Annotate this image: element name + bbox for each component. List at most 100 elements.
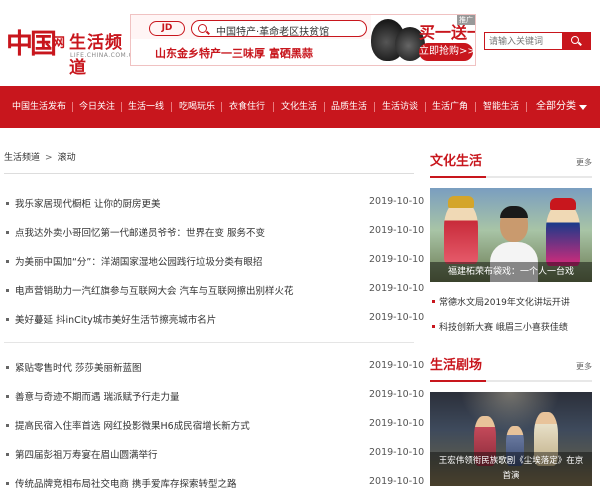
- sidebar-link[interactable]: 科技创新大赛 峨眉三小喜获佳绩: [439, 320, 568, 333]
- news-title[interactable]: 电声营销助力一汽红旗参与互联网大会 汽车与互联网擦出别样火花: [15, 283, 294, 297]
- ad-search-box: 中国特产·革命老区扶贫馆: [191, 20, 367, 38]
- news-date: 2019-10-10: [369, 447, 425, 458]
- section-title[interactable]: 生活剧场: [430, 354, 482, 373]
- news-date: 2019-10-10: [369, 418, 425, 429]
- nav-divider: [526, 102, 527, 112]
- bullet: [6, 366, 9, 369]
- culture-section-header: 文化生活 更多: [430, 150, 592, 176]
- sidebar-link[interactable]: 常德水文局2019年文化讲坛开讲: [439, 295, 570, 308]
- search-button[interactable]: [562, 33, 590, 49]
- nav-divider: [121, 102, 122, 112]
- news-title[interactable]: 善意与奇迹不期而遇 瑞派赋予行走力量: [15, 389, 180, 403]
- bullet: [6, 395, 9, 398]
- news-item: 我乐家居现代橱柜 让你的厨房更美 2019-10-10: [0, 190, 424, 216]
- news-title[interactable]: 点我达外卖小哥回忆第一代邮递员爷爷：世界在变 服务不变: [15, 225, 265, 239]
- photo-caption-line: 王宏伟领衔民族歌剧《尘埃落定》在京: [438, 456, 584, 466]
- group-divider: [4, 342, 414, 343]
- news-item: 善意与奇迹不期而遇 瑞派赋予行走力量 2019-10-10: [0, 383, 424, 409]
- nav-divider: [221, 102, 222, 112]
- logo-domain: LIFE.CHINA.COM.CN: [70, 52, 139, 59]
- news-item: 为美丽中国加“分”：洋湖国家湿地公园践行垃圾分类有眼招 2019-10-10: [0, 248, 424, 274]
- nav-item-release[interactable]: 中国生活发布: [12, 86, 66, 128]
- news-title[interactable]: 我乐家居现代橱柜 让你的厨房更美: [15, 196, 161, 210]
- photo-caption-line: 首演: [502, 471, 520, 481]
- section-title[interactable]: 文化生活: [430, 150, 482, 169]
- nav-divider: [374, 102, 375, 112]
- news-date: 2019-10-10: [369, 360, 425, 371]
- nav-divider: [475, 102, 476, 112]
- bullet: [6, 482, 9, 485]
- section-underline-accent: [430, 380, 486, 382]
- logo-mark: 中国: [6, 29, 57, 60]
- chevron-down-icon: [579, 105, 587, 110]
- nav-item-interview[interactable]: 生活访谈: [382, 86, 418, 128]
- nav-all-categories[interactable]: 全部分类: [536, 86, 576, 128]
- photo-caption: 福建柘荣布袋戏：一个人一台戏: [430, 262, 592, 282]
- nav-divider: [425, 102, 426, 112]
- nav-item-frontline[interactable]: 生活一线: [128, 86, 164, 128]
- news-title[interactable]: 紧贴零售时代 莎莎美丽新蓝图: [15, 360, 142, 374]
- bullet: [6, 260, 9, 263]
- more-link[interactable]: 更多: [576, 361, 592, 372]
- news-item: 美好蔓延 抖inCity城市美好生活节擦亮城市名片 2019-10-10: [0, 306, 424, 332]
- news-item: 点我达外卖小哥回忆第一代邮递员爷爷：世界在变 服务不变 2019-10-10: [0, 219, 424, 245]
- logo-wang: 网: [52, 36, 66, 51]
- news-date: 2019-10-10: [369, 196, 425, 207]
- ad-buy-button[interactable]: 立即抢购>>: [419, 43, 475, 61]
- nav-item-today[interactable]: 今日关注: [79, 86, 115, 128]
- news-title[interactable]: 传统品牌竞相布局社交电商 携手爱库存探索转型之路: [15, 476, 237, 490]
- puppet-headdress: [550, 198, 576, 210]
- more-link[interactable]: 更多: [576, 157, 592, 168]
- theater-photo[interactable]: 王宏伟领衔民族歌剧《尘埃落定》在京 首演: [430, 392, 592, 486]
- photo-caption: 王宏伟领衔民族歌剧《尘埃落定》在京 首演: [430, 452, 592, 486]
- banner-ad[interactable]: JD 中国特产·革命老区扶贫馆 山东金乡特产一三味厚 富硒黑蒜 买一送一 立即抢…: [130, 14, 476, 66]
- news-title[interactable]: 为美丽中国加“分”：洋湖国家湿地公园践行垃圾分类有眼招: [15, 254, 262, 268]
- news-date: 2019-10-10: [369, 254, 425, 265]
- sidebar-list-item: 科技创新大赛 峨眉三小喜获佳绩: [430, 317, 592, 337]
- nav-item-culture[interactable]: 文化生活: [281, 86, 317, 128]
- nav-divider: [171, 102, 172, 112]
- news-title[interactable]: 美好蔓延 抖inCity城市美好生活节擦亮城市名片: [15, 312, 216, 326]
- news-date: 2019-10-10: [369, 476, 425, 487]
- news-title[interactable]: 提高民宿入住率首选 网红投影微果H6成民宿增长新方式: [15, 418, 250, 432]
- news-date: 2019-10-10: [369, 283, 425, 294]
- bullet: [6, 318, 9, 321]
- bullet: [432, 325, 435, 328]
- news-date: 2019-10-10: [369, 225, 425, 236]
- site-search: [484, 32, 591, 50]
- nav-item-quality[interactable]: 品质生活: [331, 86, 367, 128]
- breadcrumb-channel[interactable]: 生活频道: [4, 153, 40, 163]
- culture-photo[interactable]: 福建柘荣布袋戏：一个人一台戏: [430, 188, 592, 282]
- nav-item-wide-angle[interactable]: 生活广角: [432, 86, 468, 128]
- ad-product-text: 山东金乡特产一三味厚 富硒黑蒜: [155, 47, 313, 60]
- nav-divider: [72, 102, 73, 112]
- news-date: 2019-10-10: [369, 312, 425, 323]
- news-item: 提高民宿入住率首选 网红投影微果H6成民宿增长新方式 2019-10-10: [0, 412, 424, 438]
- nav-item-smart[interactable]: 智能生活: [483, 86, 519, 128]
- search-icon: [198, 24, 207, 33]
- bullet: [6, 289, 9, 292]
- bullet: [6, 231, 9, 234]
- bullet: [6, 424, 9, 427]
- nav-item-daily[interactable]: 衣食住行: [229, 86, 265, 128]
- nav-item-food-fun[interactable]: 吃喝玩乐: [179, 86, 215, 128]
- breadcrumb-separator: >: [45, 153, 53, 163]
- nav-divider: [324, 102, 325, 112]
- puppet-figure: [444, 202, 478, 264]
- nav-divider: [273, 102, 274, 112]
- main-nav: 中国生活发布 今日关注 生活一线 吃喝玩乐 衣食住行 文化生活 品质生活 生活访…: [0, 86, 600, 128]
- news-item: 第四届彭祖万寿宴在眉山圆满举行 2019-10-10: [0, 441, 424, 467]
- news-item: 紧贴零售时代 莎莎美丽新蓝图 2019-10-10: [0, 354, 424, 380]
- breadcrumb: 生活频道 > 滚动: [4, 150, 76, 163]
- ad-label: 推广: [457, 15, 475, 25]
- news-item: 电声营销助力一汽红旗参与互联网大会 汽车与互联网擦出别样火花 2019-10-1…: [0, 277, 424, 303]
- site-header: 中国 网 生活频道 LIFE.CHINA.COM.CN JD 中国特产·革命老区…: [0, 0, 600, 80]
- breadcrumb-current: 滚动: [57, 153, 76, 163]
- ad-jd-badge: JD: [149, 21, 185, 36]
- divider: [4, 173, 414, 174]
- ad-search-text: 中国特产·革命老区扶贫馆: [216, 27, 330, 38]
- site-logo[interactable]: 中国 网 生活频道 LIFE.CHINA.COM.CN: [6, 22, 138, 78]
- search-icon: [571, 36, 579, 44]
- news-title[interactable]: 第四届彭祖万寿宴在眉山圆满举行: [15, 447, 158, 461]
- search-input[interactable]: [485, 33, 563, 49]
